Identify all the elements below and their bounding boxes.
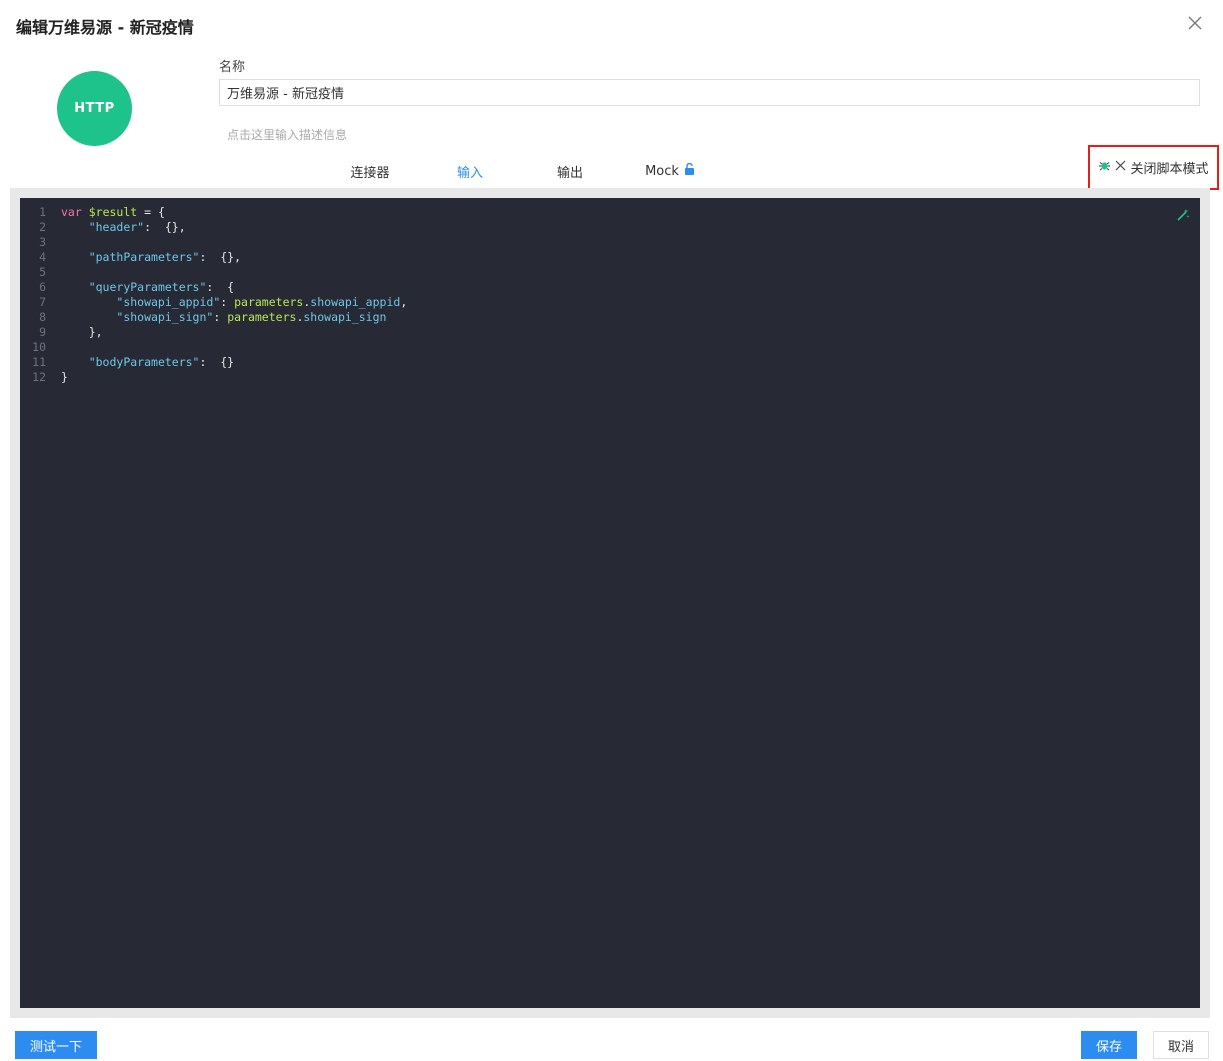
tab-bar: 连接器 输入 输出 Mock — [320, 152, 720, 190]
code-token: $result — [88, 205, 138, 219]
code-token: "pathParameters" — [88, 250, 200, 264]
tab-input[interactable]: 输入 — [420, 152, 520, 190]
code-line: 2 "header": {}, — [20, 220, 1200, 235]
test-button[interactable]: 测试一下 — [15, 1031, 97, 1059]
code-token: showapi_sign — [303, 310, 387, 324]
line-number: 11 — [32, 355, 46, 369]
line-number: 3 — [39, 235, 46, 249]
code-token: } — [61, 370, 68, 384]
code-line: 1 var $result = { — [20, 205, 1200, 220]
code-token: : { — [206, 280, 235, 294]
code-token: parameters — [227, 310, 297, 324]
close-icon[interactable] — [1184, 12, 1206, 34]
lock-open-icon — [684, 162, 695, 179]
code-text: "queryParameters": { — [61, 280, 234, 295]
close-icon — [1115, 160, 1126, 175]
line-number: 12 — [32, 370, 46, 384]
code-line: 9 }, — [20, 325, 1200, 340]
code-line: 10 — [20, 340, 1200, 355]
bug-icon — [1098, 159, 1111, 176]
code-line: 11 "bodyParameters": {} — [20, 355, 1200, 370]
code-token: var — [61, 205, 82, 219]
tab-mock[interactable]: Mock — [620, 152, 720, 190]
code-line: 7 "showapi_appid": parameters.showapi_ap… — [20, 295, 1200, 310]
code-text: "showapi_appid": parameters.showapi_appi… — [61, 295, 407, 310]
code-editor[interactable]: 1 var $result = {2 "header": {}, 3 4 "pathP… — [20, 198, 1200, 1008]
code-token: "header" — [88, 220, 145, 234]
code-token: , — [400, 295, 408, 309]
tab-output[interactable]: 输出 — [520, 152, 620, 190]
line-number: 4 — [39, 250, 46, 264]
close-script-mode-button[interactable]: 关闭脚本模式 — [1088, 145, 1219, 190]
tab-connector[interactable]: 连接器 — [320, 152, 420, 190]
description-placeholder[interactable]: 点击这里输入描述信息 — [227, 126, 347, 143]
code-token: : {}, — [199, 250, 242, 264]
code-line: 12} — [20, 370, 1200, 385]
tab-label: 输入 — [456, 165, 483, 181]
code-token: "bodyParameters" — [88, 355, 200, 369]
code-text: "header": {}, — [61, 220, 186, 235]
cancel-button[interactable]: 取消 — [1153, 1031, 1209, 1059]
tab-label: 输出 — [556, 165, 583, 181]
line-number: 7 — [39, 295, 46, 309]
line-number: 10 — [32, 340, 46, 354]
code-line: 5 — [20, 265, 1200, 280]
code-text: } — [61, 370, 68, 385]
code-text: "bodyParameters": {} — [61, 355, 234, 370]
line-number: 2 — [39, 220, 46, 234]
code-text: "showapi_sign": parameters.showapi_sign — [61, 310, 386, 325]
code-token: : {}, — [144, 220, 186, 234]
code-line: 8 "showapi_sign": parameters.showapi_sig… — [20, 310, 1200, 325]
line-number: 6 — [39, 280, 46, 294]
code-token: parameters — [234, 295, 304, 309]
http-logo: HTTP — [57, 71, 132, 146]
code-token: "showapi_appid" — [116, 295, 221, 309]
line-number: 5 — [39, 265, 46, 279]
close-script-mode-label: 关闭脚本模式 — [1130, 162, 1209, 177]
code-token: showapi_appid — [310, 295, 401, 309]
code-token: "queryParameters" — [88, 280, 207, 294]
tab-label: Mock — [645, 163, 679, 179]
code-token: : {} — [199, 355, 235, 369]
code-token: }, — [61, 325, 103, 339]
dialog-title: 编辑万维易源 - 新冠疫情 — [16, 18, 194, 37]
name-input[interactable] — [219, 79, 1200, 106]
code-line: 6 "queryParameters": { — [20, 280, 1200, 295]
code-token: "showapi_sign" — [116, 310, 214, 324]
line-number: 1 — [39, 205, 46, 219]
tab-label: 连接器 — [350, 165, 390, 181]
code-text: "pathParameters": {}, — [61, 250, 241, 265]
save-button[interactable]: 保存 — [1081, 1031, 1137, 1059]
code-line: 3 — [20, 235, 1200, 250]
code-line: 4 "pathParameters": {}, — [20, 250, 1200, 265]
code-text: var $result = { — [61, 205, 165, 220]
name-label: 名称 — [219, 60, 246, 75]
line-number: 8 — [39, 310, 46, 324]
code-token: : — [213, 310, 228, 324]
line-number: 9 — [39, 325, 46, 339]
code-token: = { — [137, 205, 165, 219]
code-token: : — [220, 295, 235, 309]
code-text: }, — [61, 325, 103, 340]
